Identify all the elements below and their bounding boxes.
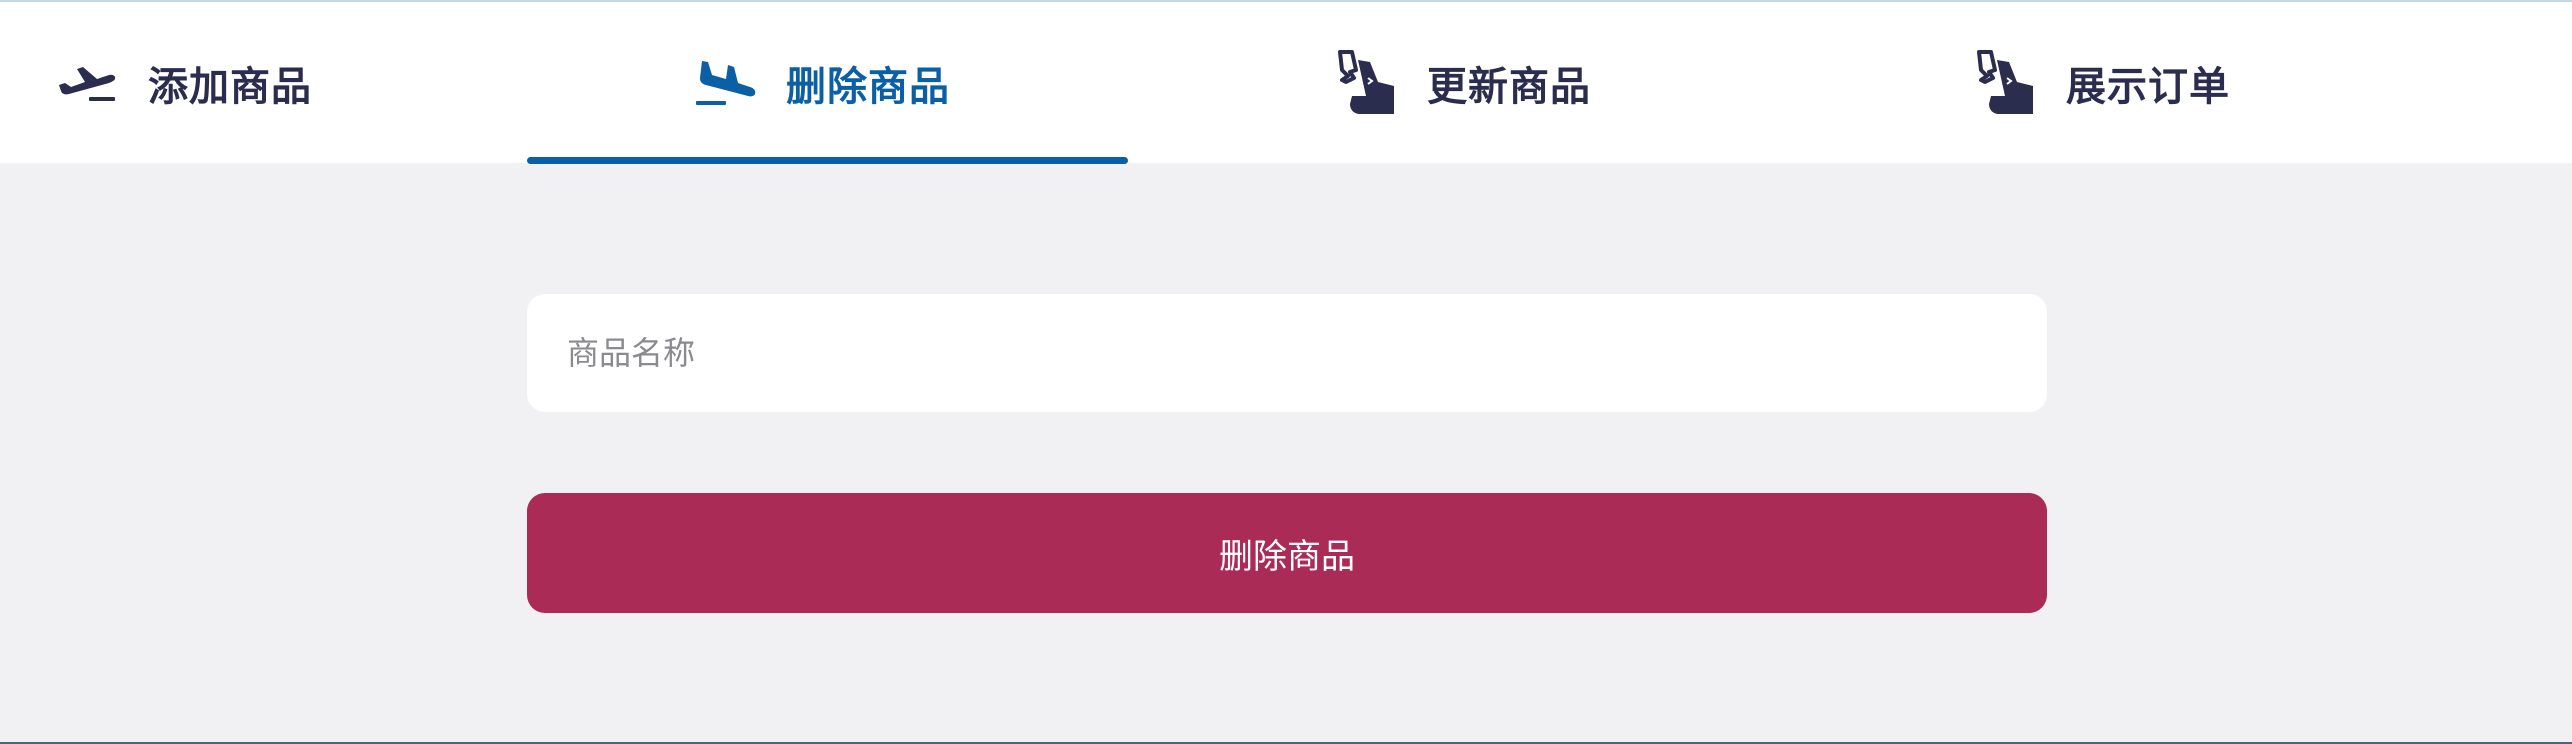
tab-update-product[interactable]: 更新商品 xyxy=(1331,2,1751,163)
tab-label: 展示订单 xyxy=(2066,63,2230,110)
seat-icon xyxy=(1331,48,1401,118)
tab-label: 添加商品 xyxy=(148,63,312,110)
airplane-takeoff-icon xyxy=(52,48,122,118)
tab-label: 删除商品 xyxy=(786,63,950,110)
tab-bar: 添加商品 删除商品 更新商品 展示订单 xyxy=(0,2,2572,164)
seat-icon xyxy=(1970,48,2040,118)
airplane-landing-icon xyxy=(690,48,760,118)
tab-add-product[interactable]: 添加商品 xyxy=(52,2,472,163)
active-tab-indicator xyxy=(527,157,1128,164)
tab-label: 更新商品 xyxy=(1427,63,1591,110)
product-name-input[interactable] xyxy=(527,294,2047,412)
tab-delete-product[interactable]: 删除商品 xyxy=(690,2,1110,163)
tab-show-orders[interactable]: 展示订单 xyxy=(1970,2,2390,163)
delete-product-button[interactable]: 删除商品 xyxy=(527,493,2047,613)
